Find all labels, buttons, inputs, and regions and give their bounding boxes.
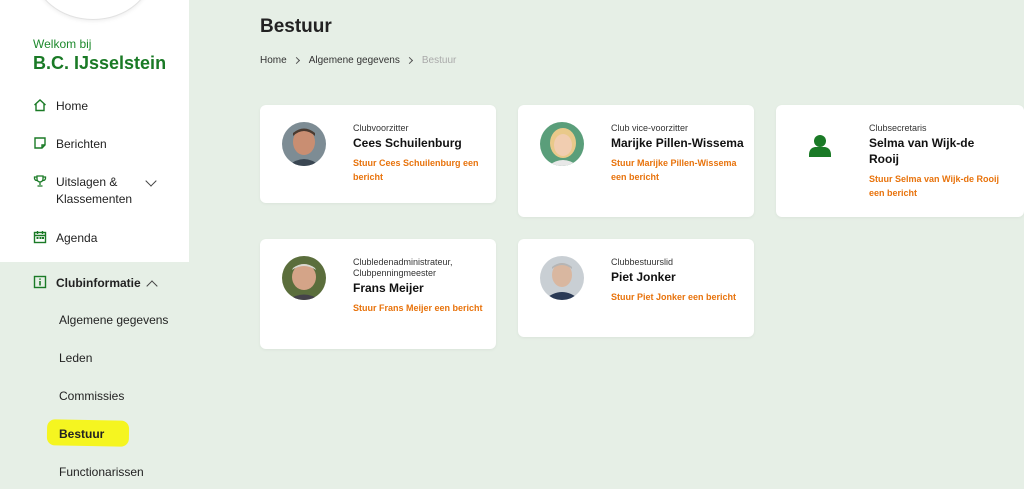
chevron-right-icon [405,56,413,65]
info-icon [33,275,47,289]
sidebar-item-clubinformatie[interactable]: Clubinformatie [33,275,141,292]
send-message-link[interactable]: Stuur Frans Meijer een bericht [353,301,488,315]
trophy-icon [33,174,47,188]
member-card: Clubvoorzitter Cees Schuilenburg Stuur C… [260,105,496,203]
sidebar-subitem-commissies[interactable]: Commissies [59,389,124,403]
breadcrumb-current: Bestuur [421,55,457,66]
sidebar-item-label: Uitslagen & Klassementen [56,175,133,206]
breadcrumb-home[interactable]: Home [260,55,287,66]
member-name: Selma van Wijk-de Rooij [869,136,975,166]
member-role: Clubvoorzitter [353,123,409,133]
page-title: Bestuur [260,16,332,37]
sidebar-subitem-leden[interactable]: Leden [59,351,92,365]
chevron-down-icon[interactable] [145,175,157,187]
welcome-text: Welkom bij [33,37,92,51]
sidebar-subitem-functionarissen[interactable]: Functionarissen [59,465,144,479]
avatar [282,122,326,166]
sidebar-item-home[interactable]: Home [33,98,88,115]
member-card: Clubledenadministrateur, Clubpenningmees… [260,239,496,349]
sidebar-item-label: Berichten [56,137,107,151]
chevron-right-icon [292,56,300,65]
member-role: Club vice-voorzitter [611,123,689,133]
sidebar-subitem-algemene-gegevens[interactable]: Algemene gegevens [59,313,168,327]
sidebar-top-panel: Welkom bij B.C. IJsselstein Home Bericht… [0,0,189,262]
member-role: Clubledenadministrateur, Clubpenningmees… [353,257,453,278]
sidebar-item-berichten[interactable]: Berichten [33,136,107,153]
send-message-link[interactable]: Stuur Cees Schuilenburg een bericht [353,156,488,184]
home-icon [33,98,47,112]
club-logo [33,0,153,20]
member-card: Clubbestuurslid Piet Jonker Stuur Piet J… [518,239,754,337]
club-name: B.C. IJsselstein [33,53,167,73]
message-icon [33,136,47,150]
sidebar-subitem-bestuur[interactable]: Bestuur [59,427,104,441]
member-name: Marijke Pillen-Wissema [611,136,744,150]
send-message-link[interactable]: Stuur Piet Jonker een bericht [611,290,746,304]
member-role: Clubbestuurslid [611,257,674,267]
sidebar-item-uitslagen[interactable]: Uitslagen & Klassementen [33,174,133,208]
member-name: Cees Schuilenburg [353,136,462,150]
sidebar-item-agenda[interactable]: Agenda [33,230,97,247]
send-message-link[interactable]: Stuur Marijke Pillen-Wissema een bericht [611,156,746,184]
avatar [540,256,584,300]
avatar [282,256,326,300]
sidebar: Welkom bij B.C. IJsselstein Home Bericht… [0,0,189,489]
avatar [540,122,584,166]
calendar-icon [33,230,47,244]
chevron-up-icon[interactable] [146,280,158,292]
sidebar-item-label: Agenda [56,231,98,245]
send-message-link[interactable]: Stuur Selma van Wijk-de Rooij een berich… [869,172,1004,200]
sidebar-item-label: Home [56,99,89,113]
member-name: Piet Jonker [611,270,676,284]
breadcrumb-algemene-gegevens[interactable]: Algemene gegevens [309,55,400,66]
member-card: Club vice-voorzitter Marijke Pillen-Wiss… [518,105,754,217]
sidebar-item-label: Clubinformatie [56,276,141,290]
member-name: Frans Meijer [353,281,424,295]
person-icon [798,122,842,166]
member-card: Clubsecretaris Selma van Wijk-de Rooij S… [776,105,1024,217]
member-role: Clubsecretaris [869,123,927,133]
sidebar-section-clubinformatie: Clubinformatie [0,262,189,489]
breadcrumb: Home Algemene gegevens Bestuur [260,55,456,66]
